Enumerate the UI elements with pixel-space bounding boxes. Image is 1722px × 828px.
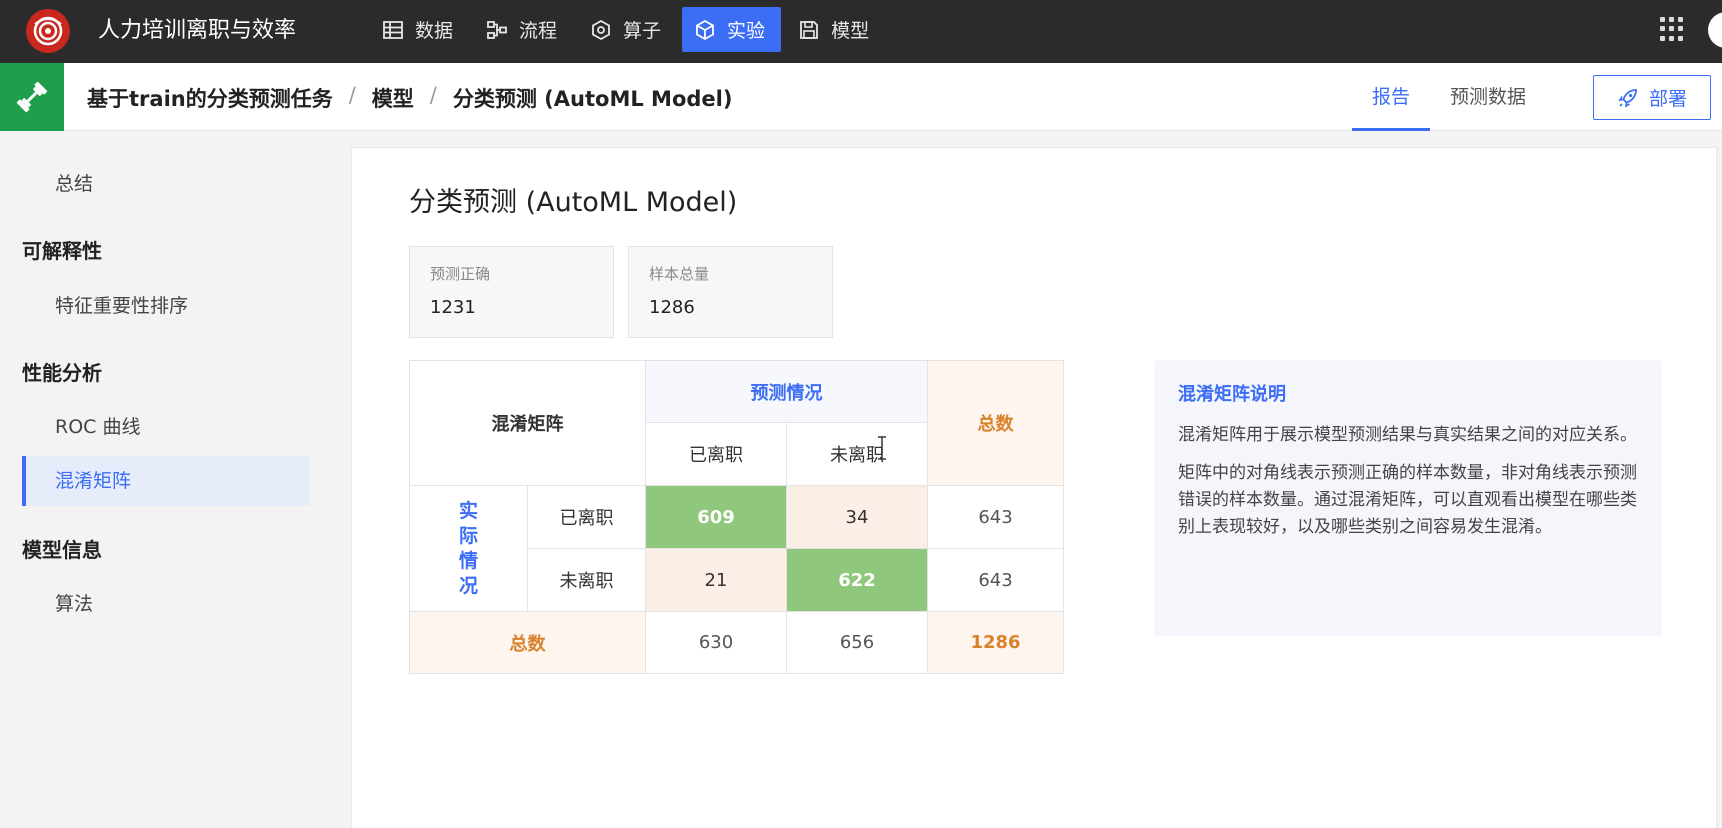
row-total: 643 bbox=[927, 548, 1064, 612]
sidebar-item-feature-importance[interactable]: 特征重要性排序 bbox=[22, 281, 310, 331]
deploy-button[interactable]: 部署 bbox=[1593, 75, 1711, 120]
sidebar-item-algorithm[interactable]: 算法 bbox=[22, 579, 310, 629]
tab-prediction-data[interactable]: 预测数据 bbox=[1430, 63, 1546, 131]
avatar[interactable] bbox=[1708, 12, 1722, 48]
actual-header-text: 实际情况 bbox=[458, 499, 478, 597]
explanation-paragraph: 矩阵中的对角线表示预测正确的样本数量，非对角线表示预测错误的样本数量。通过混淆矩… bbox=[1178, 463, 1637, 537]
nav-item-operator[interactable]: 算子 bbox=[578, 7, 677, 52]
cube-icon bbox=[696, 19, 714, 40]
top-navbar: 人力培训离职与效率 数据 流程 算子 实验 模型 bbox=[0, 0, 1722, 63]
breadcrumb-item-task[interactable]: 基于train的分类预测任务 bbox=[87, 83, 333, 113]
total-header: 总数 bbox=[927, 360, 1064, 486]
stat-label: 预测正确 bbox=[430, 265, 491, 283]
nav-item-experiment[interactable]: 实验 bbox=[682, 7, 782, 52]
text-cursor-icon bbox=[878, 436, 886, 460]
breadcrumb-bar: 基于train的分类预测任务 / 模型 / 分类预测 (AutoML Model… bbox=[0, 63, 1722, 131]
app-logo-icon[interactable] bbox=[26, 9, 70, 53]
confusion-matrix-explanation: 混淆矩阵说明 混淆矩阵用于展示模型预测结果与真实结果之间的对应关系。 矩阵中的对… bbox=[1154, 360, 1662, 636]
matrix-corner-label: 混淆矩阵 bbox=[409, 360, 646, 486]
breadcrumb-item-model[interactable]: 模型 bbox=[372, 83, 414, 113]
nav-item-data[interactable]: 数据 bbox=[370, 7, 469, 52]
stat-card-correct: 预测正确 1231 bbox=[409, 246, 614, 338]
report-tabs: 报告 预测数据 bbox=[1352, 63, 1546, 131]
actual-class-label: 已离职 bbox=[527, 485, 646, 549]
breadcrumb-separator: / bbox=[429, 83, 437, 107]
sidebar-item-roc[interactable]: ROC 曲线 bbox=[22, 402, 310, 452]
sidebar-section-model-info: 模型信息 bbox=[22, 538, 102, 562]
sidebar-item-confusion-matrix[interactable]: 混淆矩阵 bbox=[22, 456, 310, 506]
explanation-title: 混淆矩阵说明 bbox=[1178, 384, 1286, 405]
breadcrumb-separator: / bbox=[348, 83, 356, 107]
nav-item-model[interactable]: 模型 bbox=[786, 7, 885, 52]
column-total: 630 bbox=[645, 611, 787, 674]
breadcrumb-item-current: 分类预测 (AutoML Model) bbox=[452, 87, 733, 111]
matrix-cell-false-positive: 21 bbox=[645, 548, 787, 612]
actual-class-label: 未离职 bbox=[527, 548, 646, 612]
stat-card-total: 样本总量 1286 bbox=[628, 246, 833, 338]
save-icon bbox=[800, 20, 818, 39]
confusion-matrix-table: 混淆矩阵 预测情况 总数 已离职 未离职 实际情况 已离职 609 34 643… bbox=[409, 360, 1064, 674]
matrix-cell-true-negative: 622 bbox=[786, 548, 928, 612]
nav-label: 模型 bbox=[831, 20, 870, 42]
predicted-class-header: 已离职 bbox=[645, 422, 787, 486]
matrix-cell-true-positive: 609 bbox=[645, 485, 787, 549]
nav-label: 数据 bbox=[415, 20, 454, 42]
report-card: 分类预测 (AutoML Model) 预测正确 1231 样本总量 1286 … bbox=[351, 147, 1717, 828]
actual-header: 实际情况 bbox=[409, 485, 528, 612]
apps-grid-icon[interactable] bbox=[1660, 17, 1684, 41]
flow-icon bbox=[487, 20, 507, 39]
nav-label: 流程 bbox=[519, 20, 558, 42]
nav-label: 实验 bbox=[727, 20, 766, 42]
stat-label: 样本总量 bbox=[649, 265, 710, 283]
rocket-icon bbox=[1618, 88, 1637, 108]
nav-label: 算子 bbox=[623, 20, 662, 42]
report-sidebar: 总结 可解释性 特征重要性排序 性能分析 ROC 曲线 混淆矩阵 模型信息 算法 bbox=[0, 131, 330, 828]
deploy-label: 部署 bbox=[1648, 88, 1687, 110]
app-title: 人力培训离职与效率 bbox=[98, 18, 297, 43]
dumbbell-icon bbox=[0, 63, 64, 131]
predicted-class-header: 未离职 bbox=[786, 422, 928, 486]
table-icon bbox=[383, 20, 403, 39]
sidebar-section-explainability: 可解释性 bbox=[22, 239, 102, 263]
predicted-header: 预测情况 bbox=[645, 360, 928, 423]
breadcrumb: 基于train的分类预测任务 / 模型 / 分类预测 (AutoML Model… bbox=[87, 83, 732, 113]
grand-total: 1286 bbox=[927, 611, 1064, 674]
tab-report[interactable]: 报告 bbox=[1352, 63, 1431, 131]
main-nav: 数据 流程 算子 实验 模型 bbox=[370, 7, 890, 52]
sidebar-item-summary[interactable]: 总结 bbox=[22, 159, 310, 209]
operator-icon bbox=[592, 19, 610, 40]
sidebar-section-performance: 性能分析 bbox=[22, 361, 102, 385]
stat-value: 1231 bbox=[430, 297, 476, 318]
nav-item-flow[interactable]: 流程 bbox=[474, 7, 573, 52]
stat-value: 1286 bbox=[649, 297, 695, 318]
row-total: 643 bbox=[927, 485, 1064, 549]
explanation-paragraph: 混淆矩阵用于展示模型预测结果与真实结果之间的对应关系。 bbox=[1178, 425, 1637, 445]
matrix-cell-false-negative: 34 bbox=[786, 485, 928, 549]
column-total: 656 bbox=[786, 611, 928, 674]
page-title: 分类预测 (AutoML Model) bbox=[409, 187, 738, 218]
column-total-label: 总数 bbox=[409, 611, 646, 674]
